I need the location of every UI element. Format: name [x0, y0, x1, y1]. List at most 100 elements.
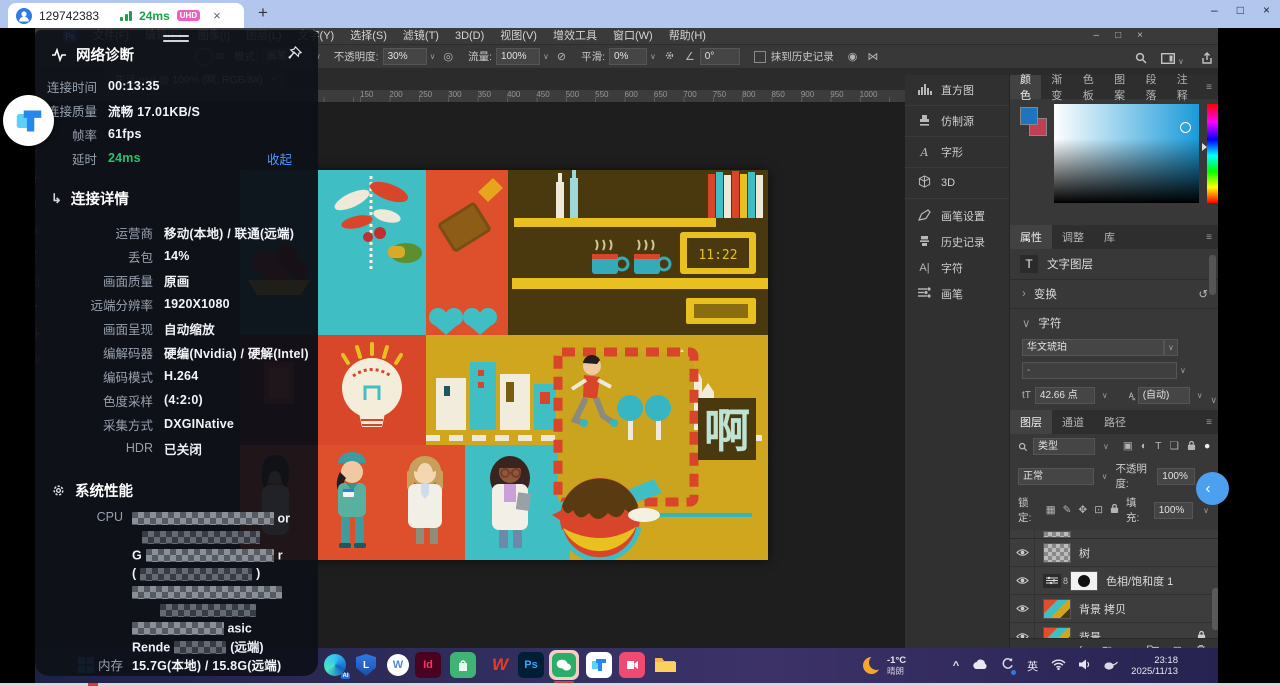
font-style-dropdown-icon[interactable]: ∨	[1177, 366, 1189, 375]
font-size-field[interactable]: 42.66 点	[1035, 387, 1095, 404]
filter-type-icon[interactable]: T	[1155, 440, 1161, 454]
layer-fill-field[interactable]: 100%	[1154, 502, 1193, 519]
tab-patterns[interactable]: 图案	[1104, 75, 1135, 99]
threed-panel-button[interactable]: 3D	[905, 168, 1009, 199]
brush-settings-panel-button[interactable]: 画笔设置	[905, 203, 1009, 229]
green-bag-app-icon[interactable]	[450, 652, 476, 678]
window-maximize-button[interactable]: □	[1237, 3, 1244, 17]
reset-icon[interactable]: ↺	[1198, 287, 1208, 301]
filter-pixel-icon[interactable]: ▣	[1123, 440, 1133, 454]
lock-artboard-icon[interactable]: ⊡	[1094, 504, 1103, 516]
share-icon[interactable]	[1201, 51, 1213, 69]
panel-menu-icon[interactable]: ≡	[1198, 75, 1218, 99]
window-close-button[interactable]: ×	[1263, 3, 1270, 17]
lock-move-icon[interactable]: ✥	[1078, 504, 1087, 516]
symmetry-icon[interactable]: ⋈	[867, 50, 878, 63]
leading-field[interactable]: (自动)	[1138, 387, 1190, 404]
character-chevron-icon[interactable]: ∨	[1022, 316, 1030, 330]
panel-menu-icon[interactable]: ≡	[1198, 410, 1218, 434]
layer-thumbnail[interactable]	[1043, 543, 1071, 563]
tab-properties[interactable]: 属性	[1010, 225, 1052, 249]
airbrush-icon[interactable]: ⊘	[557, 50, 566, 63]
layer-row-hue-sat[interactable]: 8 色相/饱和度 1	[1010, 567, 1218, 595]
weather-widget[interactable]: -1°C 晴朗	[863, 648, 906, 683]
tray-expand-icon[interactable]: ^	[953, 660, 959, 672]
blend-mode-select[interactable]: 正常	[1018, 468, 1094, 485]
wps-icon[interactable]: W	[487, 652, 513, 678]
sync-icon[interactable]	[1001, 657, 1014, 675]
layer-filter-select[interactable]: 类型	[1033, 438, 1095, 455]
menu-item[interactable]: 视图(V)	[492, 28, 545, 44]
photoshop-taskbar-icon[interactable]: Ps	[518, 652, 544, 678]
properties-scrollbar[interactable]	[1209, 255, 1216, 295]
menu-item[interactable]: 滤镜(T)	[395, 28, 447, 44]
clock-time[interactable]: 23:18	[1154, 655, 1178, 666]
toolbar-handle-icon[interactable]	[163, 35, 189, 42]
menu-item[interactable]: 窗口(W)	[605, 28, 661, 44]
layer-row-background[interactable]: 背景	[1010, 623, 1218, 638]
clock-date[interactable]: 2025/11/13	[1131, 666, 1178, 677]
wechat-icon[interactable]	[549, 650, 579, 680]
visibility-eye-icon[interactable]	[1010, 539, 1035, 566]
collapse-link[interactable]: 收起	[267, 149, 292, 168]
workspace-switcher-icon[interactable]: ∨	[1161, 51, 1187, 69]
erase-history-checkbox[interactable]	[754, 51, 766, 63]
flow-field[interactable]: 100%	[496, 48, 540, 65]
pressure-opacity-icon[interactable]: ◎	[443, 50, 453, 63]
volume-icon[interactable]	[1079, 657, 1091, 675]
tab-libraries[interactable]: 库	[1094, 225, 1125, 249]
saturation-brightness-field[interactable]	[1054, 104, 1199, 203]
foreground-color-swatch[interactable]	[1020, 107, 1038, 125]
tab-notes[interactable]: 注释	[1167, 75, 1198, 99]
histogram-panel-button[interactable]: 直方图	[905, 75, 1009, 106]
new-tab-button[interactable]: +	[258, 3, 268, 23]
blend-dropdown-icon[interactable]: ∨	[1099, 472, 1111, 481]
font-family-dropdown-icon[interactable]: ∨	[1164, 339, 1178, 356]
onedrive-cloud-icon[interactable]	[972, 657, 988, 675]
tab-layers[interactable]: 图层	[1010, 410, 1052, 434]
todesk-floating-ball[interactable]	[3, 95, 54, 146]
color-selector-ring[interactable]	[1180, 122, 1191, 133]
transform-chevron-icon[interactable]: ›	[1022, 288, 1026, 300]
layer-thumbnail[interactable]	[1043, 627, 1071, 639]
canvas-artwork[interactable]: 11:22	[240, 170, 768, 560]
tab-close-button[interactable]: ×	[213, 8, 221, 23]
search-icon[interactable]	[1135, 51, 1147, 69]
pin-icon[interactable]	[287, 46, 302, 64]
tab-gradient[interactable]: 渐变	[1041, 75, 1072, 99]
menu-item[interactable]: 增效工具	[545, 28, 605, 44]
brushes-panel-button[interactable]: 画笔	[905, 281, 1009, 307]
hue-slider[interactable]	[1207, 104, 1218, 203]
pink-video-app-icon[interactable]	[619, 652, 645, 678]
sidebar-collapse-chevron[interactable]: ‹	[1196, 472, 1229, 505]
ps-minimize-button[interactable]: –	[1094, 30, 1100, 41]
tab-paths[interactable]: 路径	[1094, 410, 1136, 434]
layer-row-partial[interactable]	[1010, 530, 1218, 539]
tab-paragraph[interactable]: 段落	[1135, 75, 1166, 99]
layer-row-bg-copy[interactable]: 背景 拷贝	[1010, 595, 1218, 623]
character-panel-button[interactable]: A| 字符	[905, 255, 1009, 281]
wifi-icon[interactable]	[1051, 657, 1066, 675]
visibility-eye-icon[interactable]	[1010, 567, 1035, 594]
lock-all-icon[interactable]	[1110, 503, 1119, 517]
layer-opacity-field[interactable]: 100%	[1157, 468, 1195, 485]
layer-mask-thumbnail[interactable]	[1070, 571, 1098, 591]
adjustment-layer-icon[interactable]	[1043, 574, 1061, 588]
menu-item[interactable]: 帮助(H)	[661, 28, 714, 44]
layer-thumbnail[interactable]	[1043, 599, 1071, 619]
angle-field[interactable]: 0°	[700, 48, 740, 65]
todesk-icon[interactable]	[586, 652, 612, 678]
opacity-field[interactable]: 30%	[383, 48, 427, 65]
session-tab[interactable]: 129742383 24ms UHD ×	[8, 3, 244, 28]
smooth-options-gear-icon[interactable]	[664, 50, 675, 64]
panel-menu-icon[interactable]: ≡	[1198, 225, 1218, 249]
font-size-dropdown-icon[interactable]: ∨	[1099, 391, 1111, 400]
leading-dropdown-icon[interactable]: ∨	[1194, 391, 1206, 400]
clone-source-panel-button[interactable]: 仿制源	[905, 106, 1009, 137]
visibility-eye-icon[interactable]	[1010, 623, 1035, 638]
layer-fill-dropdown-icon[interactable]: ∨	[1200, 506, 1212, 515]
font-style-select[interactable]: -	[1022, 362, 1177, 379]
opacity-dropdown-icon[interactable]: ∨	[427, 52, 439, 61]
smooth-dropdown-icon[interactable]: ∨	[647, 52, 659, 61]
filter-toggle-icon[interactable]: ●	[1204, 440, 1210, 454]
